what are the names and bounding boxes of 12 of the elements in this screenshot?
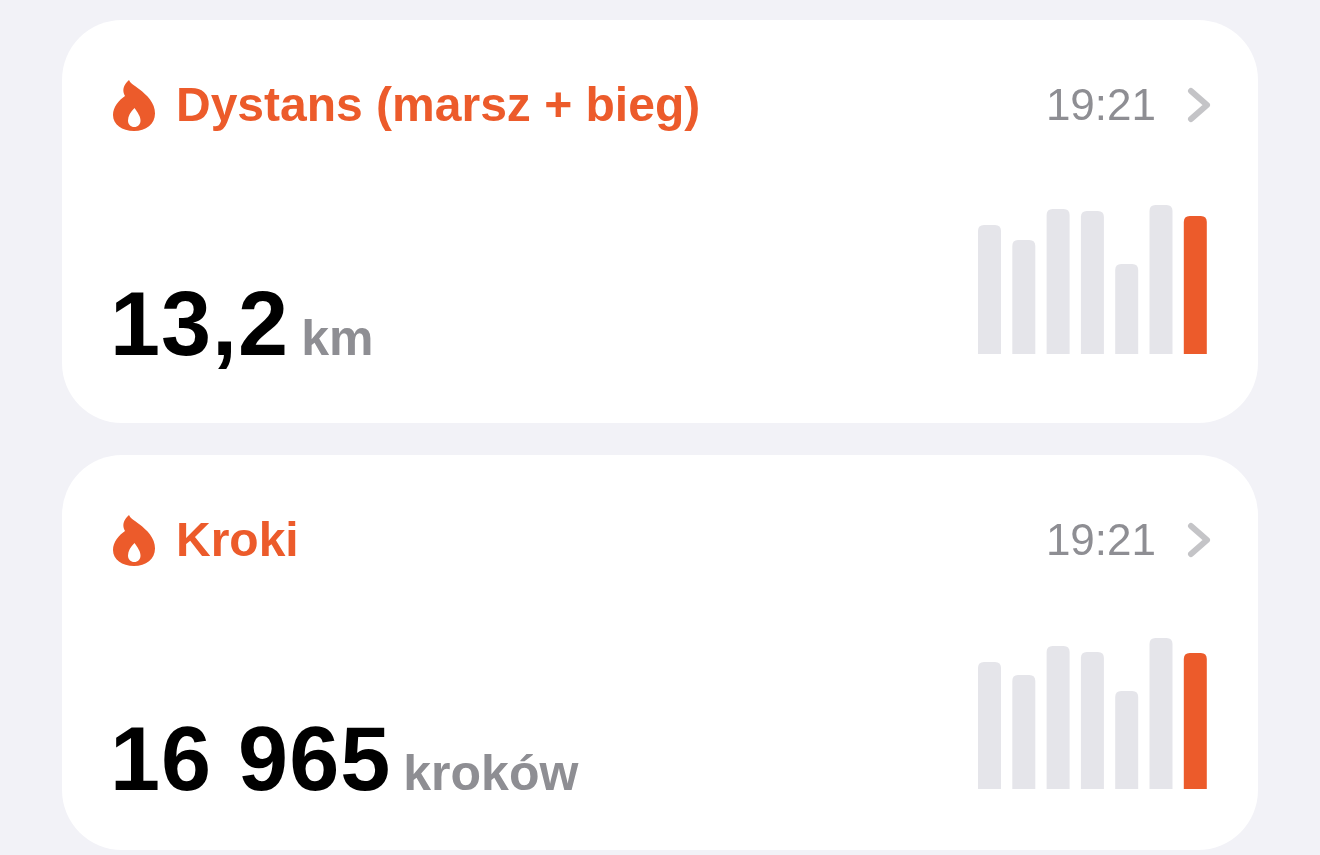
flame-icon [110, 514, 158, 566]
metric-value: 16 965 [110, 714, 392, 804]
metric-unit: kroków [403, 748, 579, 798]
chevron-right-icon [1186, 87, 1212, 123]
chevron-right-icon [1186, 522, 1212, 558]
metric-unit: km [301, 313, 374, 363]
metric-value: 13,2 [110, 279, 290, 369]
timestamp: 19:21 [1045, 518, 1156, 562]
card-title: Dystans (marsz + bieg) [176, 81, 701, 129]
flame-icon [110, 79, 158, 131]
card-title: Kroki [176, 516, 299, 564]
timestamp: 19:21 [1045, 83, 1156, 127]
